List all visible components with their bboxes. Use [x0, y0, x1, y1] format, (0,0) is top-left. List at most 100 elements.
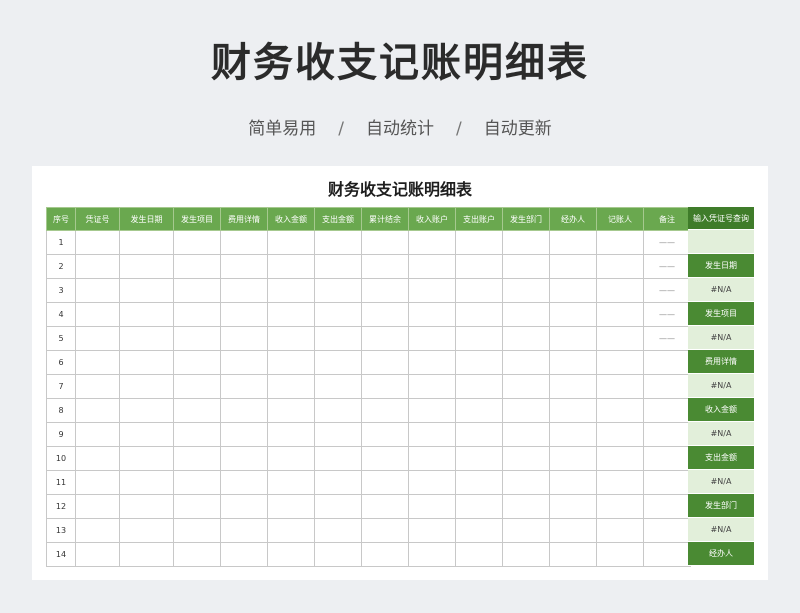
- data-cell[interactable]: [220, 494, 268, 519]
- data-cell[interactable]: [220, 518, 268, 543]
- row-number-cell[interactable]: 13: [46, 518, 76, 543]
- data-cell[interactable]: [596, 542, 644, 567]
- data-cell[interactable]: [75, 278, 120, 303]
- data-cell[interactable]: [173, 254, 221, 279]
- data-cell[interactable]: [361, 542, 409, 567]
- data-cell[interactable]: [267, 278, 315, 303]
- data-cell[interactable]: [267, 302, 315, 327]
- data-cell[interactable]: [502, 494, 550, 519]
- row-number-cell[interactable]: 4: [46, 302, 76, 327]
- data-cell[interactable]: [596, 350, 644, 375]
- data-cell[interactable]: [549, 422, 597, 447]
- remark-cell[interactable]: [643, 518, 691, 543]
- data-cell[interactable]: [267, 422, 315, 447]
- data-cell[interactable]: [220, 230, 268, 255]
- remark-cell[interactable]: ——: [643, 326, 691, 351]
- row-number-cell[interactable]: 10: [46, 446, 76, 471]
- data-cell[interactable]: [75, 374, 120, 399]
- data-cell[interactable]: [173, 350, 221, 375]
- data-cell[interactable]: [596, 326, 644, 351]
- data-cell[interactable]: [455, 374, 503, 399]
- data-cell[interactable]: [502, 518, 550, 543]
- data-cell[interactable]: [502, 398, 550, 423]
- data-cell[interactable]: [173, 542, 221, 567]
- data-cell[interactable]: [220, 422, 268, 447]
- data-cell[interactable]: [455, 254, 503, 279]
- data-cell[interactable]: [220, 350, 268, 375]
- data-cell[interactable]: [119, 494, 174, 519]
- remark-cell[interactable]: [643, 470, 691, 495]
- data-cell[interactable]: [173, 326, 221, 351]
- data-cell[interactable]: [549, 278, 597, 303]
- data-cell[interactable]: [314, 230, 362, 255]
- data-cell[interactable]: [119, 374, 174, 399]
- data-cell[interactable]: [173, 230, 221, 255]
- row-number-cell[interactable]: 7: [46, 374, 76, 399]
- data-cell[interactable]: [220, 302, 268, 327]
- data-cell[interactable]: [267, 374, 315, 399]
- data-cell[interactable]: [596, 470, 644, 495]
- remark-cell[interactable]: ——: [643, 230, 691, 255]
- data-cell[interactable]: [220, 446, 268, 471]
- data-cell[interactable]: [220, 470, 268, 495]
- data-cell[interactable]: [549, 398, 597, 423]
- data-cell[interactable]: [596, 518, 644, 543]
- data-cell[interactable]: [408, 278, 456, 303]
- data-cell[interactable]: [361, 470, 409, 495]
- data-cell[interactable]: [549, 446, 597, 471]
- row-number-cell[interactable]: 8: [46, 398, 76, 423]
- data-cell[interactable]: [267, 494, 315, 519]
- data-cell[interactable]: [502, 470, 550, 495]
- row-number-cell[interactable]: 12: [46, 494, 76, 519]
- data-cell[interactable]: [361, 398, 409, 423]
- data-cell[interactable]: [361, 326, 409, 351]
- data-cell[interactable]: [455, 494, 503, 519]
- data-cell[interactable]: [502, 350, 550, 375]
- data-cell[interactable]: [361, 302, 409, 327]
- data-cell[interactable]: [408, 494, 456, 519]
- data-cell[interactable]: [549, 494, 597, 519]
- data-cell[interactable]: [361, 254, 409, 279]
- data-cell[interactable]: [119, 326, 174, 351]
- data-cell[interactable]: [549, 518, 597, 543]
- data-cell[interactable]: [596, 446, 644, 471]
- data-cell[interactable]: [596, 494, 644, 519]
- data-cell[interactable]: [361, 422, 409, 447]
- data-cell[interactable]: [361, 350, 409, 375]
- data-cell[interactable]: [502, 302, 550, 327]
- data-cell[interactable]: [596, 398, 644, 423]
- data-cell[interactable]: [267, 518, 315, 543]
- data-cell[interactable]: [314, 254, 362, 279]
- data-cell[interactable]: [455, 398, 503, 423]
- data-cell[interactable]: [455, 446, 503, 471]
- data-cell[interactable]: [408, 350, 456, 375]
- data-cell[interactable]: [75, 542, 120, 567]
- data-cell[interactable]: [173, 302, 221, 327]
- data-cell[interactable]: [314, 542, 362, 567]
- data-cell[interactable]: [549, 326, 597, 351]
- data-cell[interactable]: [267, 230, 315, 255]
- data-cell[interactable]: [314, 470, 362, 495]
- row-number-cell[interactable]: 5: [46, 326, 76, 351]
- data-cell[interactable]: [361, 446, 409, 471]
- data-cell[interactable]: [267, 398, 315, 423]
- data-cell[interactable]: [502, 254, 550, 279]
- data-cell[interactable]: [455, 350, 503, 375]
- data-cell[interactable]: [408, 446, 456, 471]
- data-cell[interactable]: [220, 398, 268, 423]
- data-cell[interactable]: [502, 542, 550, 567]
- data-cell[interactable]: [596, 302, 644, 327]
- data-cell[interactable]: [119, 254, 174, 279]
- data-cell[interactable]: [75, 350, 120, 375]
- data-cell[interactable]: [173, 518, 221, 543]
- data-cell[interactable]: [314, 302, 362, 327]
- data-cell[interactable]: [502, 230, 550, 255]
- data-cell[interactable]: [549, 542, 597, 567]
- data-cell[interactable]: [502, 374, 550, 399]
- data-cell[interactable]: [408, 230, 456, 255]
- data-cell[interactable]: [75, 254, 120, 279]
- remark-cell[interactable]: ——: [643, 278, 691, 303]
- data-cell[interactable]: [314, 278, 362, 303]
- data-cell[interactable]: [408, 518, 456, 543]
- data-cell[interactable]: [119, 470, 174, 495]
